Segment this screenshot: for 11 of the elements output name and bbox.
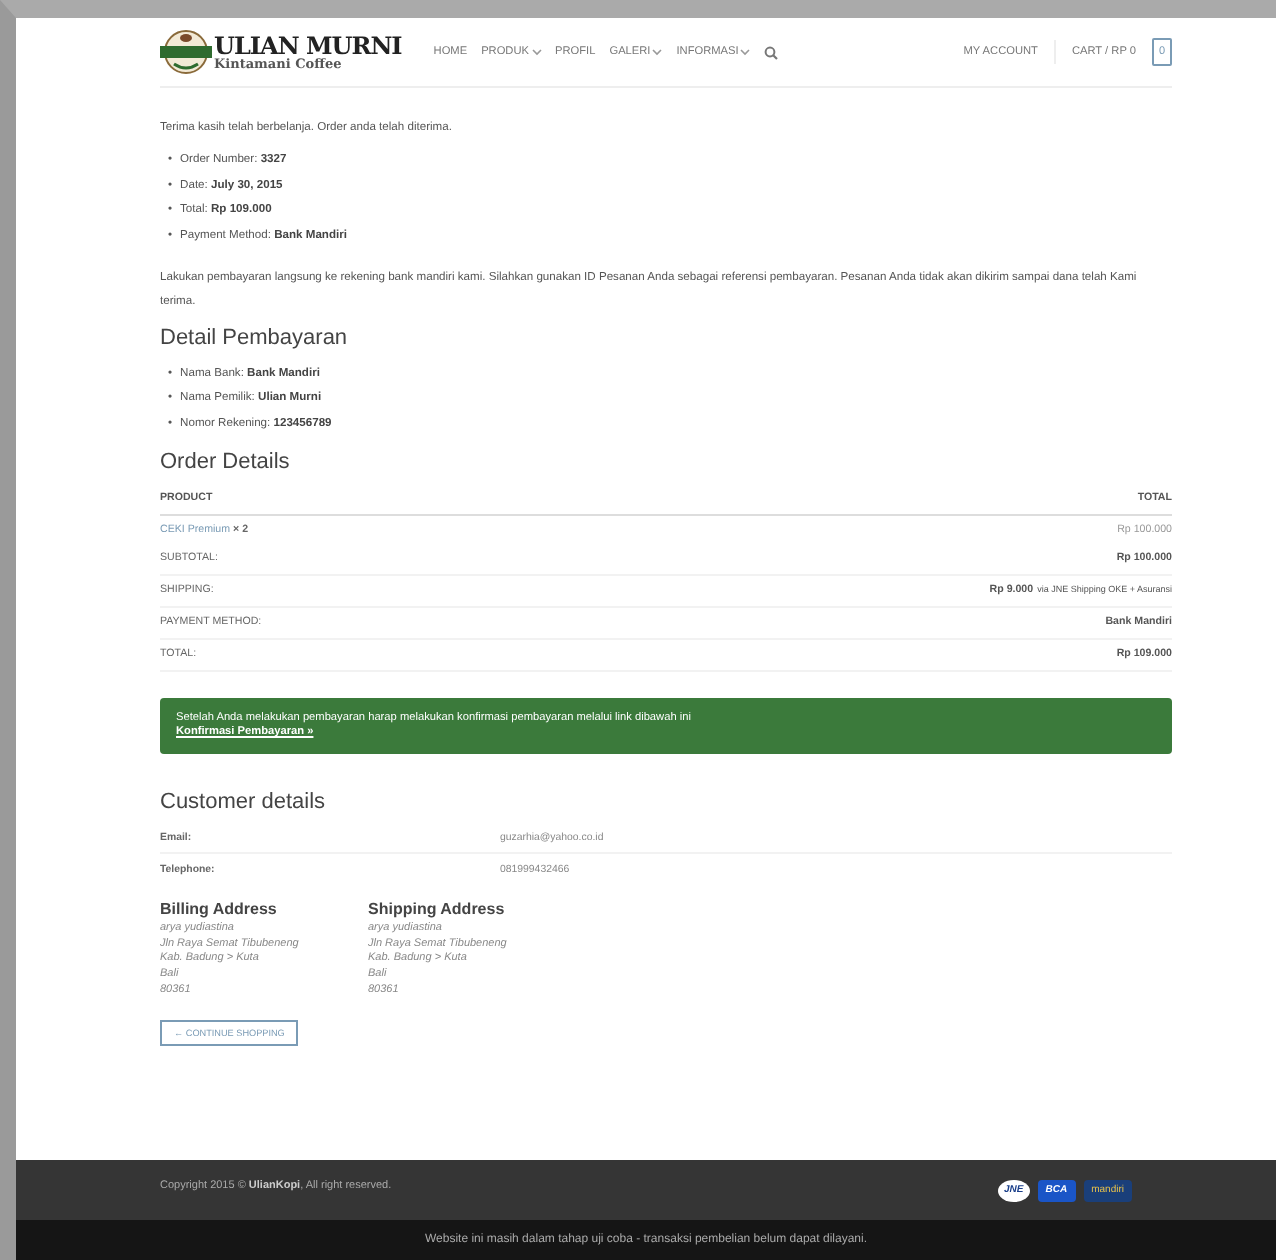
section-heading: Customer details xyxy=(160,790,328,815)
chevron-down-icon xyxy=(740,48,751,56)
chevron-down-icon xyxy=(652,48,663,56)
chevron-down-icon xyxy=(531,48,541,56)
brand-name[interactable]: ULIAN MURNI xyxy=(214,33,402,58)
coffee-badge-icon xyxy=(160,28,212,76)
address-heading: Billing Address xyxy=(160,900,279,919)
section-heading: Order Details xyxy=(160,449,292,474)
search-icon[interactable] xyxy=(764,45,779,59)
address-heading: Shipping Address xyxy=(368,900,507,919)
section-heading: Detail Pembayaran xyxy=(160,326,350,351)
